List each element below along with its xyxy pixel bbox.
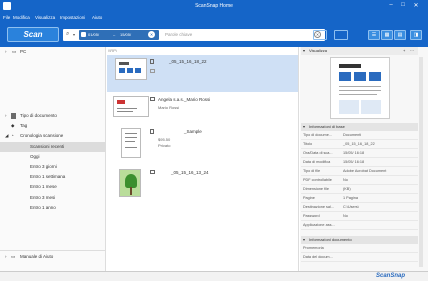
menu-modifica[interactable]: Modifica — [13, 15, 30, 20]
history-icon: ◔ — [11, 133, 14, 138]
search-bar: ⌕ ▾ 01/05/ – 15/05/ ✕ Parole chiave ✕ — [63, 29, 325, 41]
panel-toggle-icon[interactable]: ◨ — [410, 30, 422, 40]
doc-category: Privato — [158, 143, 171, 148]
document-info-header[interactable]: ▾ Informazioni documento — [301, 236, 418, 244]
list-item[interactable]: _05_15_16_13_24 — [107, 166, 298, 200]
history-3-days[interactable]: Entro 3 giorni — [0, 162, 106, 172]
title-bar: ScanSnap Home – □ ✕ — [0, 0, 428, 13]
nav-scan-history[interactable]: ◢ ◔ Cronologia scansione — [0, 131, 106, 141]
scan-button[interactable]: Scan — [7, 27, 59, 42]
history-1-week[interactable]: Entro 1 settimana — [0, 172, 106, 182]
property-row: Data del docum... — [301, 253, 418, 262]
photo-icon — [150, 170, 155, 174]
chevron-right-icon: › — [5, 49, 7, 54]
nav-tag-label: Tag — [20, 123, 28, 128]
history-1-year[interactable]: Entro 1 anno — [0, 203, 106, 213]
thumbnail-view-icon[interactable]: ▦ — [381, 30, 393, 40]
date-from[interactable]: 01/05/ — [88, 32, 99, 37]
chevron-down-icon: ▾ — [303, 237, 306, 242]
pdf-icon — [150, 59, 154, 64]
doc-amount: $95.50 — [158, 137, 171, 142]
chevron-right-icon: › — [5, 113, 7, 118]
search-input[interactable]: Parole chiave — [165, 32, 192, 37]
status-bar: ScanSnap — [0, 271, 428, 281]
property-row: Pagine 1 Pagina — [301, 194, 418, 203]
calendar-icon — [81, 32, 86, 37]
doc-title: _05_15_16_13_24 — [171, 170, 209, 175]
minimize-button[interactable]: – — [386, 2, 396, 8]
scansnap-logo: ScanSnap — [376, 273, 406, 279]
zoom-in-icon[interactable]: + — [403, 47, 405, 55]
scrollbar[interactable] — [419, 57, 423, 267]
chevron-down-icon[interactable]: ▾ — [73, 32, 75, 37]
document-thumbnail — [115, 58, 147, 80]
document-type-icon — [11, 113, 16, 119]
search-icon[interactable]: ⌕ — [66, 31, 69, 38]
clear-date-icon[interactable]: ✕ — [148, 31, 155, 38]
receipt-icon — [150, 129, 154, 134]
list-item[interactable]: _Sample $95.50 Privato — [107, 125, 298, 165]
nav-scan-history-label: Cronologia scansione — [20, 133, 64, 138]
property-row: PDF controllabile No — [301, 176, 418, 185]
doc-title: _Sample — [184, 129, 202, 134]
menu-impostazioni[interactable]: Impostazioni — [60, 15, 85, 20]
help-icon: ▭ — [11, 254, 16, 259]
property-row: Password No — [301, 212, 418, 221]
basic-info-header[interactable]: ▾ Informazioni di base — [301, 123, 418, 131]
maximize-button[interactable]: □ — [398, 2, 408, 8]
chevron-down-icon: ▾ — [303, 48, 306, 53]
property-row: Destinazione sal... C:\Users\ — [301, 203, 418, 212]
list-item[interactable]: _05_15_16_18_22 — [107, 55, 298, 92]
computer-icon: ▭ — [12, 49, 17, 54]
business-card-thumbnail — [113, 96, 149, 117]
pages-icon — [150, 69, 155, 73]
history-1-month[interactable]: Entro 1 mese — [0, 182, 106, 192]
history-today[interactable]: Oggi — [0, 152, 106, 162]
list-view-icon[interactable]: ☰ — [368, 30, 380, 40]
property-row: Tipo di file Adobe Acrobat Document — [301, 167, 418, 176]
nav-tag[interactable]: ◆ Tag — [0, 121, 106, 131]
doc-title: Angela s.a.s._Mario Rossi — [158, 97, 211, 102]
property-row: Data di modifica 15/05/ 16:18 — [301, 158, 418, 167]
nav-document-type-label: Tipo di documento — [20, 113, 57, 118]
tag-icon: ◆ — [11, 123, 15, 128]
chevron-right-icon: › — [5, 254, 7, 259]
date-to[interactable]: 15/05/ — [120, 32, 131, 37]
folder-path: \\RP\ — [108, 48, 117, 53]
doc-title: _05_15_16_18_22 — [169, 59, 207, 64]
nav-pc-label: PC — [20, 49, 27, 54]
nav-pc[interactable]: › ▭ PC — [0, 47, 106, 57]
preview-image — [330, 57, 390, 119]
export-button[interactable] — [334, 30, 348, 40]
menu-visualizza[interactable]: Visualizza — [35, 15, 55, 20]
menu-aiuto[interactable]: Aiuto — [92, 15, 102, 20]
property-row: Ora/Data di sca... 15/05/ 16:18 — [301, 149, 418, 158]
history-recent[interactable]: Scansioni recenti — [0, 142, 106, 152]
close-button[interactable]: ✕ — [411, 2, 421, 9]
help-manual-link[interactable]: › ▭ Manuale di Aiuto — [0, 252, 106, 262]
photo-thumbnail — [119, 169, 141, 197]
card-icon — [150, 97, 155, 101]
window-title: ScanSnap Home — [195, 3, 233, 9]
preview-header: ▾ Visualizza + ⋯ — [301, 47, 418, 55]
history-3-months[interactable]: Entro 3 mesi — [0, 193, 106, 203]
menu-bar: File Modifica Visualizza Impostazioni Ai… — [0, 13, 428, 22]
divider — [0, 250, 106, 251]
nav-document-type[interactable]: › Tipo di documento — [0, 111, 106, 121]
grid-view-icon[interactable]: ▤ — [394, 30, 406, 40]
property-row: Dimensione file (KB) — [301, 185, 418, 194]
property-row: Promemoria — [301, 244, 418, 253]
property-row: Tipo di docume... Documenti — [301, 131, 418, 140]
property-row: Applicazione ass... — [301, 221, 418, 230]
doc-subtitle: Mario Rossi — [158, 105, 180, 110]
list-item[interactable]: Angela s.a.s._Mario Rossi Mario Rossi — [107, 93, 298, 124]
property-row: Titolo _05_15_16_18_22 — [301, 140, 418, 149]
receipt-thumbnail — [121, 128, 141, 158]
chevron-down-icon: ▾ — [303, 124, 306, 129]
chevron-down-icon: ◢ — [5, 133, 9, 138]
menu-file[interactable]: File — [3, 15, 10, 20]
import-button[interactable] — [313, 30, 327, 40]
more-icon[interactable]: ⋯ — [410, 47, 414, 55]
